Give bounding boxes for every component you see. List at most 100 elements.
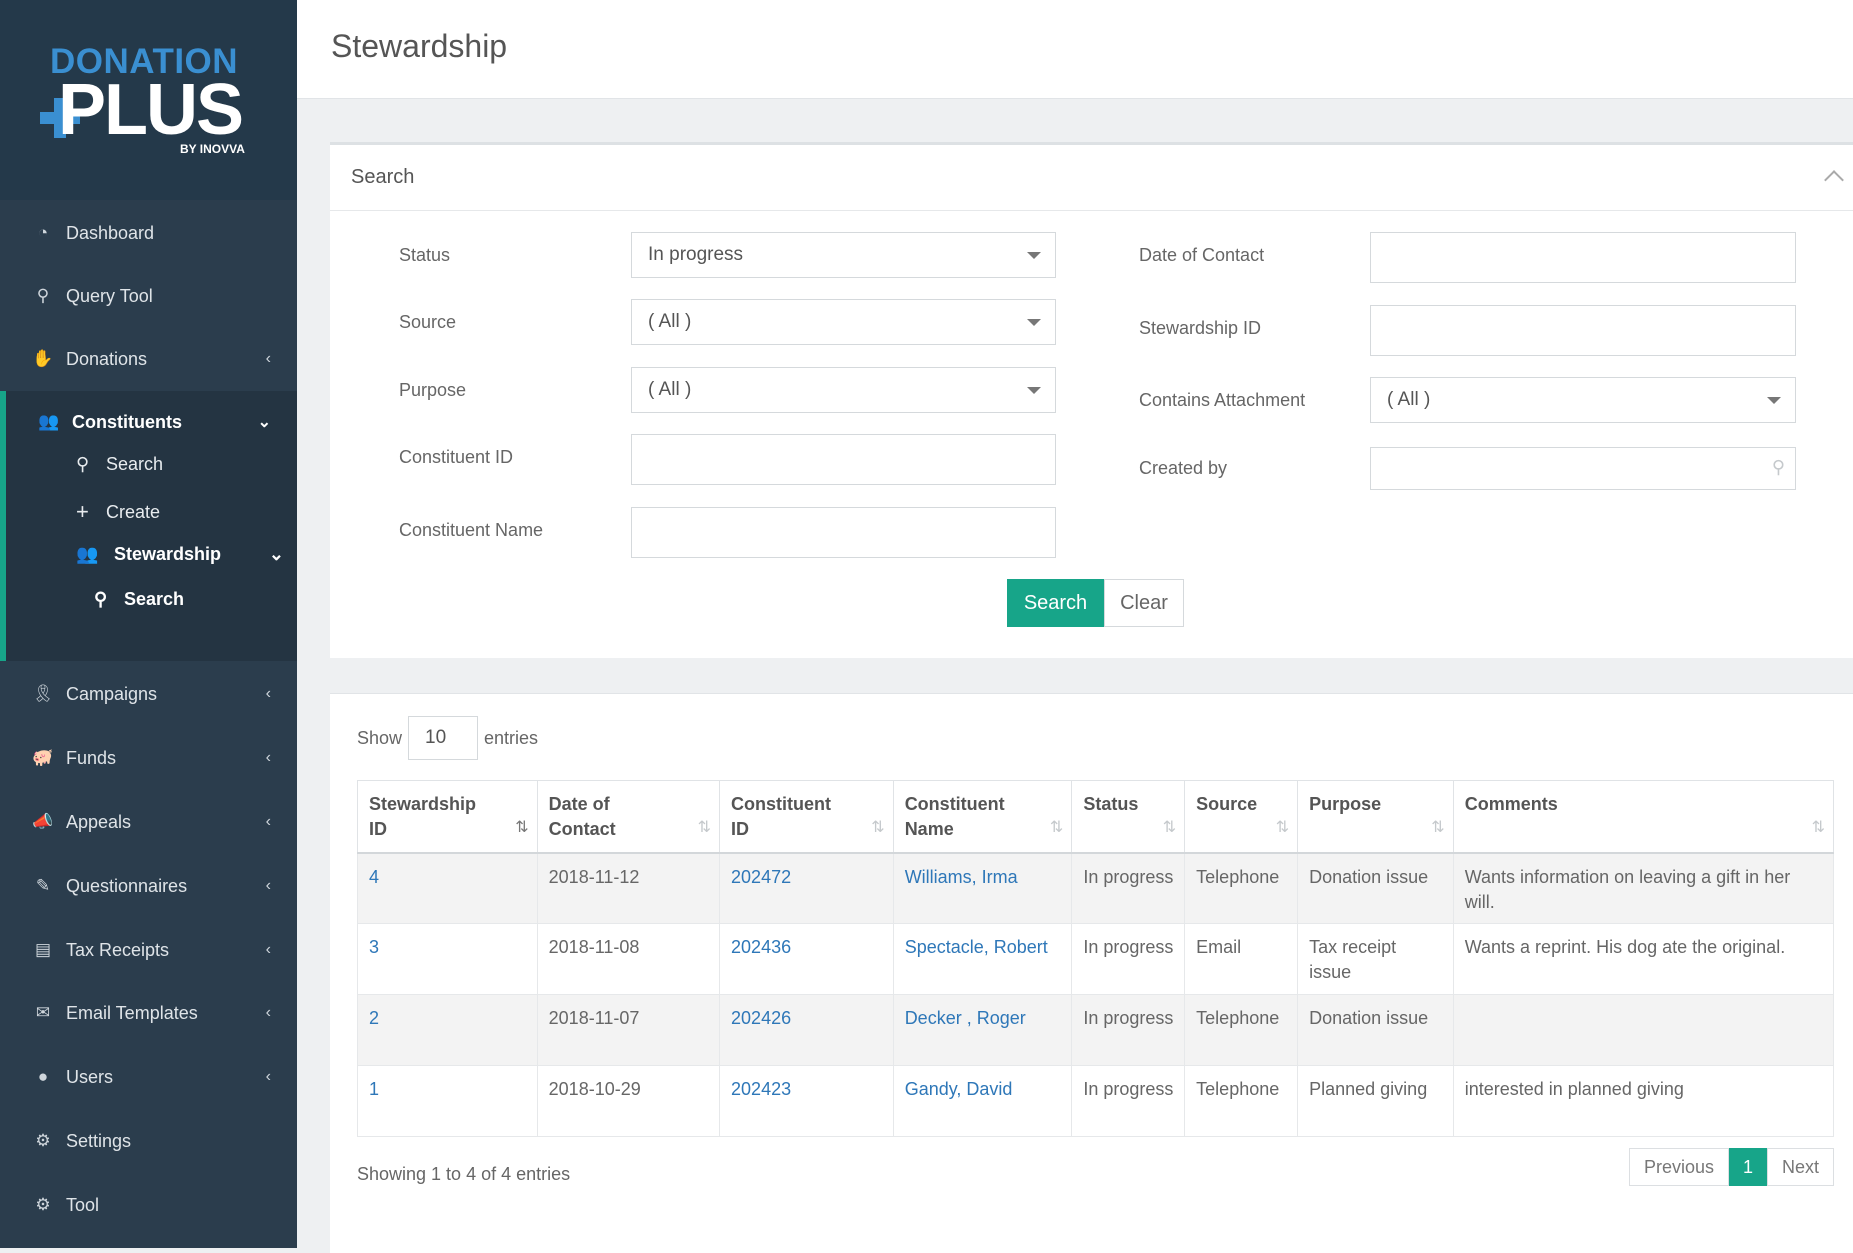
table-cell-source: Telephone — [1184, 1065, 1299, 1137]
sidebar-item-constituents[interactable]: 👥 Constituents ⌄ — [0, 398, 297, 446]
sidebar-item-email-templates[interactable]: ✉ Email Templates ‹ — [0, 989, 297, 1037]
row-link-name[interactable]: Williams, Irma — [905, 867, 1018, 887]
created-by-label: Created by — [1139, 458, 1228, 478]
stewardship-search-link[interactable]: ⚲ Search — [94, 589, 184, 610]
sidebar-item-label: Appeals — [66, 811, 132, 832]
user-icon: ● — [37, 1067, 49, 1086]
purpose-select[interactable]: ( All ) — [631, 367, 1056, 413]
chevron-left-icon: ‹ — [265, 813, 271, 830]
column-header-date-of-contact[interactable]: Date of Contact ⇅ — [536, 780, 721, 854]
chevron-left-icon: ‹ — [265, 685, 271, 702]
sidebar-item-tax-receipts[interactable]: ▤ Tax Receipts ‹ — [0, 926, 297, 974]
table-cell-name: Gandy, David — [892, 1065, 1073, 1137]
table-cell-comments: interested in planned giving — [1452, 1065, 1835, 1137]
column-header-label: Contact — [548, 819, 616, 839]
search-button[interactable]: Search — [1007, 579, 1104, 627]
source-label: Source — [399, 312, 457, 332]
receipt-icon: ▤ — [34, 940, 52, 959]
sidebar-item-questionnaires[interactable]: ✎ Questionnaires ‹ — [0, 862, 297, 910]
sidebar-item-query-tool[interactable]: ⚲ Query Tool — [0, 272, 297, 320]
page-1-button[interactable]: 1 — [1728, 1148, 1767, 1186]
contains-attachment-value: ( All ) — [1387, 389, 1431, 410]
row-link-id[interactable]: 1 — [369, 1079, 379, 1099]
app-logo[interactable]: DONATION PLUS BY INOVVA — [0, 0, 297, 200]
column-header-constituent-name[interactable]: Constituent Name ⇅ — [892, 780, 1073, 854]
table-cell-date: 2018-10-29 — [536, 1065, 721, 1137]
column-header-source[interactable]: Source ⇅ — [1184, 780, 1299, 854]
created-by-input[interactable]: ⚲ — [1370, 447, 1796, 490]
sidebar-item-appeals[interactable]: 📣 Appeals ‹ — [0, 798, 297, 846]
table-cell-purpose: Tax receipt issue — [1297, 923, 1454, 995]
contains-attachment-select[interactable]: ( All ) — [1370, 377, 1796, 423]
search-icon: ⚲ — [76, 454, 90, 474]
row-link-cid[interactable]: 202436 — [731, 937, 791, 957]
dashboard-icon: ◔ — [37, 223, 49, 242]
caret-down-icon — [1027, 252, 1041, 259]
column-header-constituent-id[interactable]: Constituent ID ⇅ — [719, 780, 894, 854]
column-header-label: Date of — [548, 794, 610, 814]
clear-button[interactable]: Clear — [1104, 579, 1184, 627]
constituent-name-input[interactable] — [631, 507, 1056, 558]
sidebar-item-users[interactable]: ● Users ‹ — [0, 1053, 297, 1101]
sidebar-item-label: Funds — [66, 747, 117, 768]
previous-button[interactable]: Previous — [1628, 1148, 1729, 1186]
row-link-name[interactable]: Decker , Roger — [905, 1008, 1026, 1028]
table-row: 2 2018-11-07 202426 Decker , Roger In progre… — [357, 994, 1835, 1066]
sidebar-item-settings[interactable]: ⚙ Settings — [0, 1117, 297, 1165]
search-icon: ⚲ — [1771, 457, 1785, 477]
table-cell-comments — [1452, 994, 1835, 1066]
column-header-comments[interactable]: Comments ⇅ — [1452, 780, 1835, 854]
stewardship-link[interactable]: 👥 Stewardship ⌄ — [76, 544, 296, 565]
sidebar-item-funds[interactable]: 🐖 Funds ‹ — [0, 734, 297, 782]
row-link-cid[interactable]: 202472 — [731, 867, 791, 887]
row-link-cid[interactable]: 202426 — [731, 1008, 791, 1028]
row-link-cid[interactable]: 202423 — [731, 1079, 791, 1099]
sidebar-item-label: Settings — [66, 1130, 132, 1151]
megaphone-icon: 📣 — [32, 812, 54, 831]
table-cell-purpose: Donation issue — [1297, 852, 1454, 924]
next-button[interactable]: Next — [1766, 1148, 1834, 1186]
row-link-id[interactable]: 4 — [369, 867, 379, 887]
sidebar-item-label: Users — [66, 1066, 114, 1087]
sidebar-item-campaigns[interactable]: 🎗 Campaigns ‹ — [0, 670, 297, 718]
page-length-input[interactable]: 10 — [408, 716, 479, 760]
row-link-name[interactable]: Spectacle, Robert — [905, 937, 1048, 957]
table-cell-comments: Wants information on leaving a gift in h… — [1452, 852, 1835, 924]
column-header-status[interactable]: Status ⇅ — [1071, 780, 1186, 854]
stewardship-id-label: Stewardship ID — [1139, 318, 1262, 338]
source-select-value: ( All ) — [648, 311, 692, 332]
sidebar-item-tool[interactable]: ⚙ Tool — [0, 1181, 297, 1229]
status-select[interactable]: In progress — [631, 232, 1056, 278]
sidebar-item-label: Questionnaires — [66, 875, 188, 896]
chevron-up-icon[interactable] — [1824, 170, 1844, 190]
column-header-stewardship-id[interactable]: Stewardship ID ⇅ — [357, 780, 538, 854]
column-header-purpose[interactable]: Purpose ⇅ — [1297, 780, 1454, 854]
table-row: 4 2018-11-12 202472 Williams, Irma In progre… — [357, 852, 1835, 924]
table-cell-cid: 202426 — [719, 994, 894, 1066]
chevron-down-icon: ⌄ — [257, 414, 271, 431]
envelope-open-icon: ✉ — [35, 1003, 51, 1022]
sort-icon: ⇅ — [515, 818, 529, 836]
status-select-value: In progress — [648, 244, 744, 265]
table-cell-source: Telephone — [1184, 994, 1299, 1066]
logo-main-text: PLUS — [58, 70, 244, 150]
row-link-name[interactable]: Gandy, David — [905, 1079, 1013, 1099]
table-row: 1 2018-10-29 202423 Gandy, David In progress… — [357, 1065, 1835, 1137]
row-link-id[interactable]: 3 — [369, 937, 379, 957]
column-header-label: Stewardship — [369, 794, 477, 814]
constituent-id-input[interactable] — [631, 434, 1056, 485]
table-cell-source: Email — [1184, 923, 1299, 995]
table-cell-cid: 202472 — [719, 852, 894, 924]
date-of-contact-input[interactable] — [1370, 232, 1796, 283]
constituents-create-link[interactable]: + Create — [76, 499, 160, 525]
page-title: Stewardship — [331, 28, 508, 64]
sidebar: DONATION PLUS BY INOVVA ◔ Dashboard ⚲ Quer… — [0, 0, 297, 1248]
source-select[interactable]: ( All ) — [631, 299, 1056, 345]
row-link-id[interactable]: 2 — [369, 1008, 379, 1028]
sidebar-item-donations[interactable]: ✋ Donations ‹ — [0, 335, 297, 383]
sidebar-item-dashboard[interactable]: ◔ Dashboard — [0, 209, 297, 257]
search-panel-header[interactable]: Search — [330, 145, 1853, 211]
chevron-left-icon: ‹ — [265, 749, 271, 766]
stewardship-id-input[interactable] — [1370, 305, 1796, 356]
constituents-search-link[interactable]: ⚲ Search — [76, 454, 163, 475]
